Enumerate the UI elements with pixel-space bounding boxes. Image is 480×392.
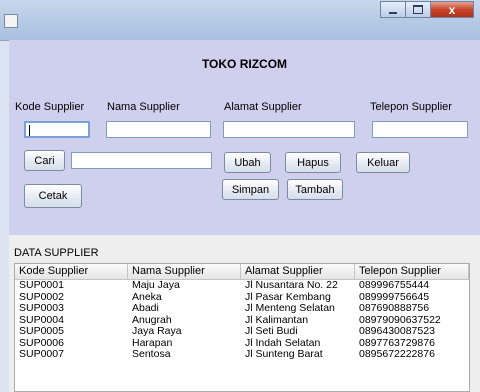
hapus-button[interactable]: Hapus [285,152,341,173]
table-row[interactable]: SUP0004 Anugrah Jl Kalimantan 0897909063… [15,315,469,327]
alamat-supplier-label: Alamat Supplier [224,101,302,113]
maximize-icon [413,5,423,14]
table-cell: Jaya Raya [132,326,182,337]
table-cell: 08979090637522 [359,314,441,326]
keluar-button[interactable]: Keluar [356,152,410,173]
table-cell: Aneka [132,291,162,303]
table-cell: Jl Kalimantan [245,314,309,326]
minimize-button[interactable] [380,1,405,18]
table-cell: 089996755444 [359,280,430,291]
maximize-button[interactable] [405,1,430,18]
column-header-kode[interactable]: Kode Supplier [15,264,128,280]
simpan-button[interactable]: Simpan [222,179,279,200]
telepon-supplier-label: Telepon Supplier [370,101,452,113]
table-cell: SUP0004 [19,314,64,326]
table-caption: DATA SUPPLIER [14,247,99,259]
table-cell: 087690888756 [359,303,430,314]
close-button[interactable]: x [430,1,474,18]
cari-button[interactable]: Cari [24,150,65,171]
table-cell: SUP0003 [19,303,64,314]
column-header-telepon[interactable]: Telepon Supplier [355,264,469,280]
alamat-supplier-input[interactable] [223,121,355,138]
table-cell: 0896430087523 [359,326,435,337]
table-cell: Anugrah [132,314,172,326]
table-cell: Jl Menteng Selatan [245,303,335,314]
table-cell: Abadi [132,303,159,314]
table-cell: Jl Sunteng Barat [245,349,323,360]
table-row[interactable]: SUP0006 Harapan Jl Indah Selatan 0897763… [15,338,469,350]
table-cell: Maju Jaya [132,280,180,291]
column-header-alamat[interactable]: Alamat Supplier [241,264,355,280]
table-row[interactable]: SUP0005 Jaya Raya Jl Seti Budi 089643008… [15,326,469,338]
table-cell: SUP0006 [19,337,64,349]
table-header: Kode Supplier Nama Supplier Alamat Suppl… [15,264,469,280]
cari-input[interactable] [71,152,212,169]
table-cell: 0895672222876 [359,349,435,360]
table-cell: SUP0007 [19,349,64,360]
table-cell: Harapan [132,337,173,349]
table-cell: Sentosa [132,349,171,360]
telepon-supplier-input[interactable] [372,121,468,138]
kode-supplier-input[interactable] [24,121,90,138]
window-title-bar: x [0,0,480,41]
table-cell: 089999756645 [359,291,430,303]
table-row[interactable]: SUP0001 Maju Jaya Jl Nusantara No. 22 08… [15,280,469,292]
table-cell: 0897763729876 [359,337,435,349]
table-cell: SUP0005 [19,326,64,337]
table-cell: SUP0002 [19,291,64,303]
table-cell: Jl Pasar Kembang [245,291,331,303]
table-cell: Jl Seti Budi [245,326,298,337]
table-row[interactable]: SUP0002 Aneka Jl Pasar Kembang 089999756… [15,292,469,304]
kode-supplier-label: Kode Supplier [15,101,85,113]
table-row[interactable]: SUP0003 Abadi Jl Menteng Selatan 0876908… [15,303,469,315]
supplier-table[interactable]: Kode Supplier Nama Supplier Alamat Suppl… [14,263,470,392]
table-cell: Jl Indah Selatan [245,337,321,349]
minimize-icon [389,11,397,14]
table-row[interactable]: SUP0007 Sentosa Jl Sunteng Barat 0895672… [15,349,469,361]
nama-supplier-label: Nama Supplier [107,101,180,113]
tambah-button[interactable]: Tambah [287,179,343,200]
text-caret [29,125,30,136]
close-icon: x [448,2,456,17]
table-cell: SUP0001 [19,280,64,291]
page-title: TOKO RIZCOM [201,57,288,71]
supplier-form-panel: TOKO RIZCOM Kode Supplier Nama Supplier … [9,40,480,235]
supplier-table-panel: DATA SUPPLIER Kode Supplier Nama Supplie… [9,235,480,392]
ubah-button[interactable]: Ubah [224,152,271,173]
table-cell: Jl Nusantara No. 22 [245,280,338,291]
app-icon [4,14,18,28]
cetak-button[interactable]: Cetak [24,184,82,208]
column-header-nama[interactable]: Nama Supplier [128,264,241,280]
nama-supplier-input[interactable] [106,121,211,138]
